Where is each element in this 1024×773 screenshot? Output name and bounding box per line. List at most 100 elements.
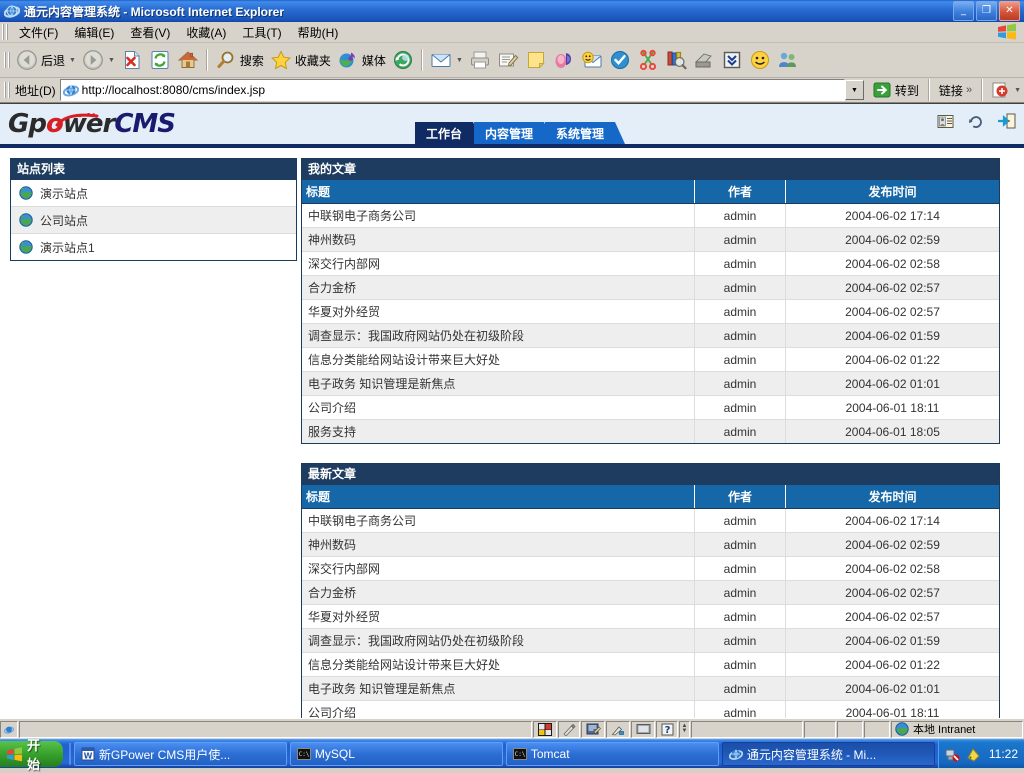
taskbar-item-mysql[interactable]: C:\ MySQL	[290, 742, 503, 766]
table-row[interactable]: 服务支持 admin 2004-06-01 18:05	[302, 420, 999, 444]
contacts-button[interactable]	[774, 44, 802, 76]
column-header-time[interactable]: 发布时间	[786, 180, 1000, 204]
status-icon-form[interactable]	[581, 721, 605, 738]
forward-button[interactable]: ▼	[79, 44, 118, 76]
cut-button[interactable]	[634, 44, 662, 76]
volume-icon[interactable]	[966, 747, 981, 762]
network-disconnected-icon[interactable]	[945, 747, 960, 762]
cell-title[interactable]: 华夏对外经贸	[302, 605, 695, 629]
column-header-title[interactable]: 标题	[302, 180, 695, 204]
cell-title[interactable]: 深交行内部网	[302, 252, 695, 276]
table-row[interactable]: 公司介绍 admin 2004-06-01 18:11	[302, 396, 999, 420]
table-row[interactable]: 信息分类能给网站设计带来巨大好处 admin 2004-06-02 01:22	[302, 653, 999, 677]
favorites-button[interactable]: 收藏夹	[267, 44, 334, 76]
home-button[interactable]	[174, 44, 202, 76]
cell-title[interactable]: 电子政务 知识管理是新焦点	[302, 677, 695, 701]
taskbar-item-ie[interactable]: 通元内容管理系统 - Mi...	[722, 742, 935, 766]
cell-title[interactable]: 深交行内部网	[302, 557, 695, 581]
start-button[interactable]: 开始	[0, 741, 63, 767]
chevron-down-icon[interactable]: ▼	[69, 57, 76, 64]
links-button[interactable]: 链接 »	[934, 79, 977, 101]
tab-content-management[interactable]: 内容管理	[474, 122, 544, 144]
chevron-right-icon[interactable]: »	[966, 84, 972, 96]
mail-button[interactable]: ▼	[427, 44, 466, 76]
history-button[interactable]	[389, 44, 417, 76]
search-button[interactable]: 搜索	[212, 44, 267, 76]
table-row[interactable]: 合力金桥 admin 2004-06-02 02:57	[302, 276, 999, 300]
menu-tools[interactable]: 工具(T)	[234, 22, 289, 43]
status-icon-display[interactable]	[631, 721, 655, 738]
back-button[interactable]: 后退 ▼	[13, 44, 79, 76]
address-dropdown-button[interactable]: ▼	[845, 80, 864, 100]
column-header-time[interactable]: 发布时间	[786, 485, 1000, 509]
chevron-down-icon[interactable]: ▼	[108, 57, 115, 64]
refresh-icon[interactable]	[968, 113, 984, 132]
fullscreen-button[interactable]	[690, 44, 718, 76]
table-row[interactable]: 华夏对外经贸 admin 2004-06-02 02:57	[302, 605, 999, 629]
table-row[interactable]: 合力金桥 admin 2004-06-02 02:57	[302, 581, 999, 605]
discuss-button[interactable]	[522, 44, 550, 76]
table-row[interactable]: 神州数码 admin 2004-06-02 02:59	[302, 533, 999, 557]
status-icon-help[interactable]: ?	[656, 721, 678, 738]
cell-title[interactable]: 公司介绍	[302, 701, 695, 719]
minimize-button[interactable]: _	[953, 1, 974, 21]
table-row[interactable]: 华夏对外经贸 admin 2004-06-02 02:57	[302, 300, 999, 324]
cell-title[interactable]: 合力金桥	[302, 276, 695, 300]
table-row[interactable]: 信息分类能给网站设计带来巨大好处 admin 2004-06-02 01:22	[302, 348, 999, 372]
messenger2-button[interactable]	[606, 44, 634, 76]
column-header-author[interactable]: 作者	[695, 485, 786, 509]
cell-title[interactable]: 神州数码	[302, 533, 695, 557]
refresh-button[interactable]	[146, 44, 174, 76]
cell-title[interactable]: 中联钢电子商务公司	[302, 509, 695, 533]
cell-title[interactable]: 调查显示：我国政府网站仍处在初级阶段	[302, 629, 695, 653]
menu-edit[interactable]: 编辑(E)	[66, 22, 122, 43]
emoticon-button[interactable]	[746, 44, 774, 76]
table-row[interactable]: 中联钢电子商务公司 admin 2004-06-02 17:14	[302, 204, 999, 228]
stop-button[interactable]	[118, 44, 146, 76]
pdf-button[interactable]: ▼	[987, 74, 1024, 106]
table-row[interactable]: 电子政务 知识管理是新焦点 admin 2004-06-02 01:01	[302, 677, 999, 701]
menubar-grip[interactable]	[2, 24, 8, 40]
addressbar-grip[interactable]	[4, 82, 10, 98]
chevron-down-icon[interactable]: ▼	[1014, 87, 1021, 94]
cell-title[interactable]: 神州数码	[302, 228, 695, 252]
status-spinner-icon[interactable]: ▲▼	[679, 721, 690, 738]
download-button[interactable]	[718, 44, 746, 76]
status-security-zone[interactable]: 本地 Intranet	[891, 721, 1023, 738]
address-input[interactable]: http://localhost:8080/cms/index.jsp	[60, 79, 845, 101]
status-icon-pen[interactable]	[558, 721, 580, 738]
status-icon-highlighter[interactable]	[606, 721, 630, 738]
messenger-button[interactable]	[550, 44, 578, 76]
list-item[interactable]: 演示站点	[11, 180, 296, 207]
cell-title[interactable]: 调查显示：我国政府网站仍处在初级阶段	[302, 324, 695, 348]
cell-title[interactable]: 合力金桥	[302, 581, 695, 605]
menu-view[interactable]: 查看(V)	[122, 22, 178, 43]
toolbar-grip[interactable]	[4, 52, 10, 68]
restore-button[interactable]: ❐	[976, 1, 997, 21]
new-mail-button[interactable]	[578, 44, 606, 76]
table-row[interactable]: 公司介绍 admin 2004-06-01 18:11	[302, 701, 999, 719]
logout-icon[interactable]	[998, 113, 1016, 132]
menu-help[interactable]: 帮助(H)	[290, 22, 347, 43]
table-row[interactable]: 神州数码 admin 2004-06-02 02:59	[302, 228, 999, 252]
column-header-author[interactable]: 作者	[695, 180, 786, 204]
media-button[interactable]: 媒体	[334, 44, 389, 76]
cell-title[interactable]: 中联钢电子商务公司	[302, 204, 695, 228]
taskbar-clock[interactable]: 11:22	[987, 747, 1018, 761]
menu-file[interactable]: 文件(F)	[11, 22, 66, 43]
tab-workbench[interactable]: 工作台	[415, 122, 473, 144]
menu-favorites[interactable]: 收藏(A)	[178, 22, 234, 43]
table-row[interactable]: 电子政务 知识管理是新焦点 admin 2004-06-02 01:01	[302, 372, 999, 396]
go-button[interactable]: 转到	[867, 79, 924, 101]
cell-title[interactable]: 服务支持	[302, 420, 695, 444]
print-button[interactable]	[466, 44, 494, 76]
cell-title[interactable]: 华夏对外经贸	[302, 300, 695, 324]
status-icon-py[interactable]	[533, 721, 557, 738]
cell-title[interactable]: 公司介绍	[302, 396, 695, 420]
close-button[interactable]: ✕	[999, 1, 1020, 21]
user-card-icon[interactable]	[937, 114, 954, 132]
column-header-title[interactable]: 标题	[302, 485, 695, 509]
taskbar-item-word[interactable]: W 新GPower CMS用户使...	[74, 742, 287, 766]
chevron-down-icon[interactable]: ▼	[456, 57, 463, 64]
edit-button[interactable]	[494, 44, 522, 76]
